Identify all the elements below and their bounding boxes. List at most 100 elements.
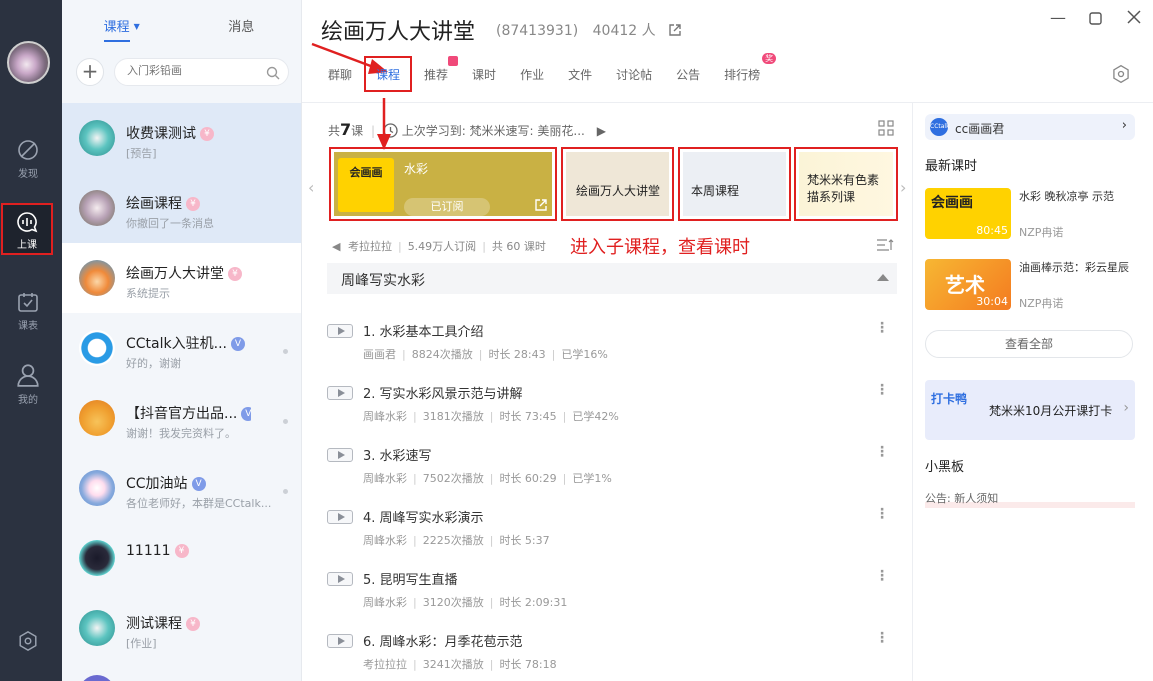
tab-announcements[interactable]: 公告: [664, 56, 712, 92]
schedule-icon: [18, 293, 38, 312]
search-icon[interactable]: [266, 66, 280, 80]
right-panel: CCtalk cc画画君 › 最新课时 会画画 80:45 水彩 晚秋凉亭 示范…: [912, 102, 1153, 681]
settings-button[interactable]: [17, 630, 39, 656]
conversation-preview: [作业]: [126, 637, 157, 650]
conversation-item[interactable]: 收费课测试 ¥ [预告]: [62, 103, 301, 173]
lesson-row[interactable]: 3. 水彩速写 周峰水彩 | 7502次播放 | 时长 60:29 | 已学1% ⋮: [327, 442, 897, 492]
lesson-meta: 周峰水彩 | 2225次播放 | 时长 5:37: [363, 534, 550, 547]
view-all-button[interactable]: 查看全部: [925, 330, 1133, 358]
video-title[interactable]: 油画棒示范：彩云星辰: [1019, 259, 1129, 275]
carousel-prev-button[interactable]: ‹: [308, 178, 314, 197]
course-meta: ◀ 考拉拉拉 | 5.49万人订阅 | 共 60 课时: [332, 240, 546, 253]
tab-recommend[interactable]: 推荐: [412, 56, 460, 92]
course-card[interactable]: 绘画万人大讲堂: [561, 147, 674, 221]
checkin-banner[interactable]: 打卡鸭 梵米米10月公开课打卡 ›: [925, 380, 1135, 440]
course-card-title: 绘画万人大讲堂: [576, 184, 661, 198]
video-thumbnail[interactable]: 艺术 30:04: [925, 259, 1011, 310]
resume-play-icon[interactable]: ▶: [597, 124, 606, 138]
paid-badge-icon: ¥: [228, 267, 242, 281]
group-settings-button[interactable]: [1111, 64, 1131, 88]
close-button[interactable]: [1127, 9, 1141, 28]
tab-courses[interactable]: 课程 ▼: [62, 0, 182, 46]
conversation-name: CC加油站 V: [126, 473, 206, 493]
paid-badge-icon: ¥: [186, 197, 200, 211]
lesson-row[interactable]: 4. 周峰写实水彩演示 周峰水彩 | 2225次播放 | 时长 5:37 ⋮: [327, 504, 897, 554]
tab-discussions[interactable]: 讨论帖: [604, 56, 664, 92]
last-learned[interactable]: 上次学习到: 梵米米速写: 美丽花...: [402, 124, 585, 138]
checkin-duck-badge: 打卡鸭: [931, 392, 968, 406]
more-options-icon[interactable]: ⋮: [875, 506, 889, 522]
conversation-name: 绘画课程 ¥: [126, 193, 200, 213]
more-options-icon[interactable]: ⋮: [875, 568, 889, 584]
more-options-icon[interactable]: ⋮: [875, 444, 889, 460]
play-icon[interactable]: [327, 386, 353, 400]
more-options-icon[interactable]: ⋮: [875, 320, 889, 336]
play-icon[interactable]: [327, 510, 353, 524]
nav-profile[interactable]: 我的: [0, 362, 56, 406]
tab-ranking[interactable]: 排行榜奖: [712, 53, 777, 92]
lesson-row[interactable]: 5. 昆明写生直播 周峰水彩 | 3120次播放 | 时长 2:09:31 ⋮: [327, 566, 897, 616]
course-card[interactable]: 梵米米有色素描系列课: [794, 147, 898, 221]
lesson-title: 3. 水彩速写: [363, 449, 432, 464]
conversation-item[interactable]: 11111 ¥: [62, 523, 301, 593]
tab-group-chat[interactable]: 群聊: [316, 56, 364, 92]
blackboard-note[interactable]: 公告: 新人须知: [925, 490, 1135, 508]
play-icon[interactable]: [327, 634, 353, 648]
course-card[interactable]: 会画画 水彩 已订阅: [329, 147, 557, 221]
tab-recommend-label: 推荐: [424, 68, 449, 82]
user-avatar[interactable]: [7, 41, 50, 84]
video-thumbnail[interactable]: 会画画 80:45: [925, 188, 1011, 239]
conversation-item[interactable]: CC加油站 V 各位老师好，本群是CCtalk...: [62, 453, 301, 523]
lesson-row[interactable]: 2. 写实水彩风景示范与讲解 周峰水彩 | 3181次播放 | 时长 73:45 | 已学4…: [327, 380, 897, 430]
avatar: [79, 470, 115, 506]
play-icon[interactable]: [327, 572, 353, 586]
minimize-button[interactable]: —: [1050, 8, 1066, 27]
nav-discover[interactable]: 发现: [0, 138, 56, 180]
course-card[interactable]: 本周课程: [678, 147, 791, 221]
tab-files[interactable]: 文件: [556, 56, 604, 92]
grid-view-icon[interactable]: [878, 120, 894, 136]
conversation-item[interactable]: 绘画课程 ¥ 你撤回了一条消息: [62, 173, 301, 243]
tab-messages[interactable]: 消息: [182, 0, 302, 46]
tab-lessons[interactable]: 课时: [460, 56, 508, 92]
external-link-icon[interactable]: [668, 23, 682, 37]
search-input[interactable]: [127, 64, 257, 77]
conversation-item[interactable]: CCtalk入驻机... V 好的，谢谢: [62, 313, 301, 383]
main-panel: 绘画万人大讲堂 (87413931) 40412 人 — 群聊 课程 推荐 课时…: [302, 0, 1153, 681]
teacher-card[interactable]: CCtalk cc画画君 ›: [925, 114, 1135, 140]
maximize-button[interactable]: [1089, 10, 1102, 29]
avatar: [79, 190, 115, 226]
more-options-icon[interactable]: ⋮: [875, 382, 889, 398]
unread-dot: [283, 489, 288, 494]
tab-courses-main[interactable]: 课程: [364, 56, 413, 92]
paid-badge-icon: ¥: [174, 544, 189, 558]
tab-homework[interactable]: 作业: [508, 56, 556, 92]
nav-schedule[interactable]: 课表: [0, 290, 56, 332]
lesson-row[interactable]: 1. 水彩基本工具介绍 画画君 | 8824次播放 | 时长 28:43 | 已学16% ⋮: [327, 318, 897, 368]
verified-badge-icon: V: [241, 407, 251, 421]
sort-icon[interactable]: [876, 238, 894, 252]
collapse-caret-icon[interactable]: [877, 274, 889, 281]
discover-icon: [18, 140, 38, 160]
nav-class[interactable]: 上课: [1, 203, 53, 255]
video-title[interactable]: 水彩 晚秋凉亭 示范: [1019, 188, 1114, 204]
add-button[interactable]: +: [76, 58, 104, 86]
banner-text: 梵米米10月公开课打卡: [989, 404, 1113, 418]
section-header[interactable]: 周峰写实水彩: [327, 263, 897, 294]
conversation-item[interactable]: 测试课程 ¥ [作业]: [62, 593, 301, 663]
play-icon[interactable]: [327, 448, 353, 462]
open-external-icon[interactable]: [534, 198, 548, 212]
conversation-item[interactable]: 【抖音官方出品... V 谢谢！我发完资料了。: [62, 383, 301, 453]
app-navbar: 发现 上课 课表 我的: [0, 0, 62, 681]
conversation-item[interactable]: 绘画万人大讲堂 ¥ 系统提示: [62, 243, 301, 313]
nav-class-label: 上课: [17, 240, 37, 251]
lesson-row[interactable]: 6. 周峰水彩：月季花苞示范 考拉拉拉 | 3241次播放 | 时长 78:18 ⋮: [327, 628, 897, 678]
avatar: [79, 540, 115, 576]
annotation-arrow-icon: [377, 98, 391, 150]
search-box[interactable]: [114, 58, 289, 86]
carousel-next-button[interactable]: ›: [900, 178, 906, 197]
conversation-preview: 系统提示: [126, 287, 170, 300]
more-options-icon[interactable]: ⋮: [875, 630, 889, 646]
play-icon[interactable]: [327, 324, 353, 338]
video-duration: 30:04: [976, 295, 1008, 308]
